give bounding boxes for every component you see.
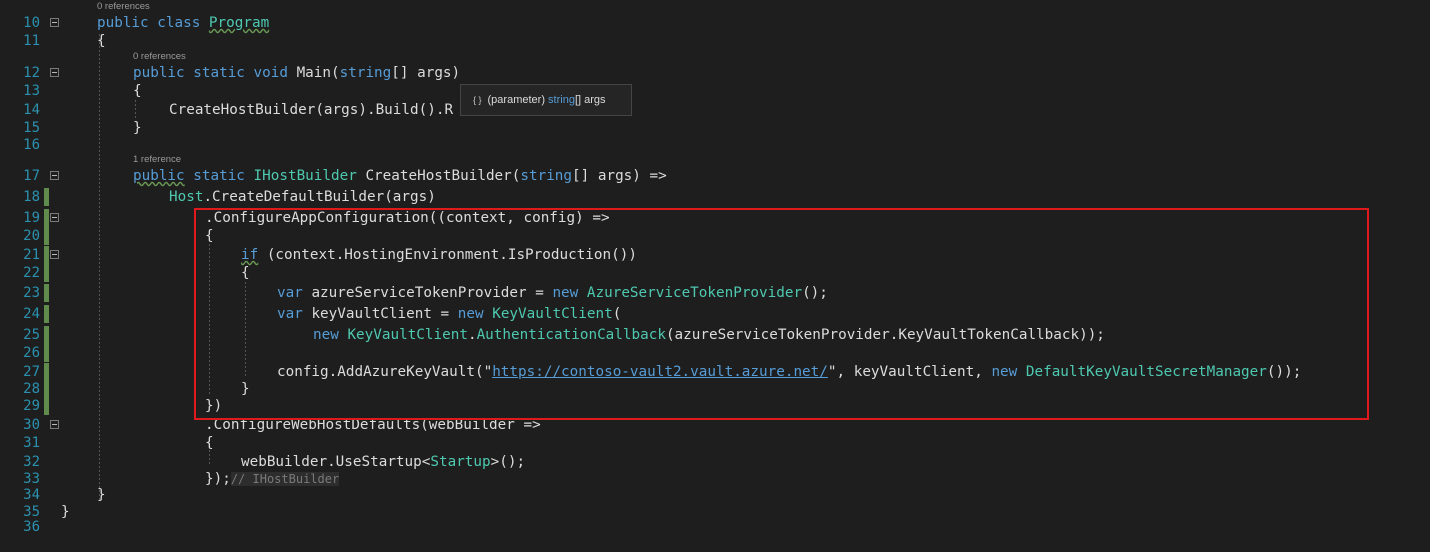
change-marker: [44, 227, 49, 245]
line-number: 25: [23, 327, 40, 343]
change-marker: [44, 397, 49, 415]
code-line-11[interactable]: 11 {: [0, 32, 1430, 50]
code-line-18[interactable]: 18 Host.CreateDefaultBuilder(args): [0, 188, 1430, 206]
code-text: Host.CreateDefaultBuilder(args): [169, 189, 436, 205]
tooltip-type: string: [548, 94, 575, 106]
line-number: 36: [23, 519, 40, 535]
code-text: webBuilder.UseStartup<Startup>();: [241, 454, 526, 470]
parameter-tooltip: { } (parameter) string[] args: [460, 84, 632, 116]
code-text: public static IHostBuilder CreateHostBui…: [133, 168, 667, 184]
line-number: 17: [23, 168, 40, 184]
collapse-icon[interactable]: [50, 420, 59, 429]
code-line-17[interactable]: 17 public static IHostBuilder CreateHost…: [0, 167, 1430, 185]
code-line-36[interactable]: 36: [0, 518, 1430, 536]
code-line-34[interactable]: 34 }: [0, 486, 1430, 504]
change-marker: [44, 188, 49, 206]
code-text: }: [97, 487, 106, 503]
code-text: {: [205, 435, 214, 451]
code-text: public static void Main(string[] args): [133, 65, 461, 81]
line-number: 24: [23, 306, 40, 322]
collapse-icon[interactable]: [50, 213, 59, 222]
line-number: 26: [23, 345, 40, 361]
line-number: 30: [23, 417, 40, 433]
code-editor[interactable]: 0 references 0 references 1 reference 10…: [0, 0, 1430, 552]
collapse-icon[interactable]: [50, 171, 59, 180]
code-line-13[interactable]: 13 {: [0, 82, 1430, 100]
code-line-10[interactable]: 10 public class Program: [0, 14, 1430, 32]
change-marker: [44, 305, 49, 323]
highlight-box: [194, 208, 1369, 420]
collapse-icon[interactable]: [50, 18, 59, 27]
line-number: 12: [23, 65, 40, 81]
line-number: 21: [23, 247, 40, 263]
line-number: 28: [23, 381, 40, 397]
line-number: 29: [23, 398, 40, 414]
code-text: public class Program: [97, 15, 270, 31]
codelens-references[interactable]: 0 references: [97, 2, 150, 12]
line-number: 22: [23, 265, 40, 281]
line-number: 15: [23, 120, 40, 136]
change-marker: [44, 380, 49, 398]
line-number: 20: [23, 228, 40, 244]
line-number: 13: [23, 83, 40, 99]
change-marker: [44, 284, 49, 302]
code-line-16[interactable]: 16: [0, 136, 1430, 154]
code-text: {: [97, 33, 106, 49]
change-marker: [44, 246, 49, 264]
code-line-12[interactable]: 12 public static void Main(string[] args…: [0, 64, 1430, 82]
line-number: 23: [23, 285, 40, 301]
inline-hint: // IHostBuilder: [230, 472, 340, 486]
change-marker: [44, 264, 49, 282]
line-number: 16: [23, 137, 40, 153]
change-marker: [44, 326, 49, 344]
line-number: 32: [23, 454, 40, 470]
line-number: 31: [23, 435, 40, 451]
change-marker: [44, 344, 49, 362]
code-text: }: [133, 120, 142, 136]
code-line-15[interactable]: 15 }: [0, 119, 1430, 137]
code-text: CreateHostBuilder(args).Build().R: [169, 102, 454, 118]
line-number: 10: [23, 15, 40, 31]
line-number: 34: [23, 487, 40, 503]
code-line-31[interactable]: 31 {: [0, 434, 1430, 452]
parameter-icon: { }: [473, 95, 482, 105]
line-number: 18: [23, 189, 40, 205]
tooltip-kind: (parameter): [487, 94, 545, 106]
line-number: 27: [23, 364, 40, 380]
line-number: 11: [23, 33, 40, 49]
code-line-32[interactable]: 32 webBuilder.UseStartup<Startup>();: [0, 453, 1430, 471]
codelens-references[interactable]: 1 reference: [133, 155, 181, 165]
change-marker: [44, 363, 49, 381]
collapse-icon[interactable]: [50, 68, 59, 77]
collapse-icon[interactable]: [50, 250, 59, 259]
change-marker: [44, 209, 49, 227]
codelens-references[interactable]: 0 references: [133, 52, 186, 62]
code-text: {: [133, 83, 142, 99]
code-line-14[interactable]: 14 CreateHostBuilder(args).Build().R: [0, 101, 1430, 119]
line-number: 14: [23, 102, 40, 118]
line-number: 19: [23, 210, 40, 226]
tooltip-rest: [] args: [574, 94, 606, 106]
